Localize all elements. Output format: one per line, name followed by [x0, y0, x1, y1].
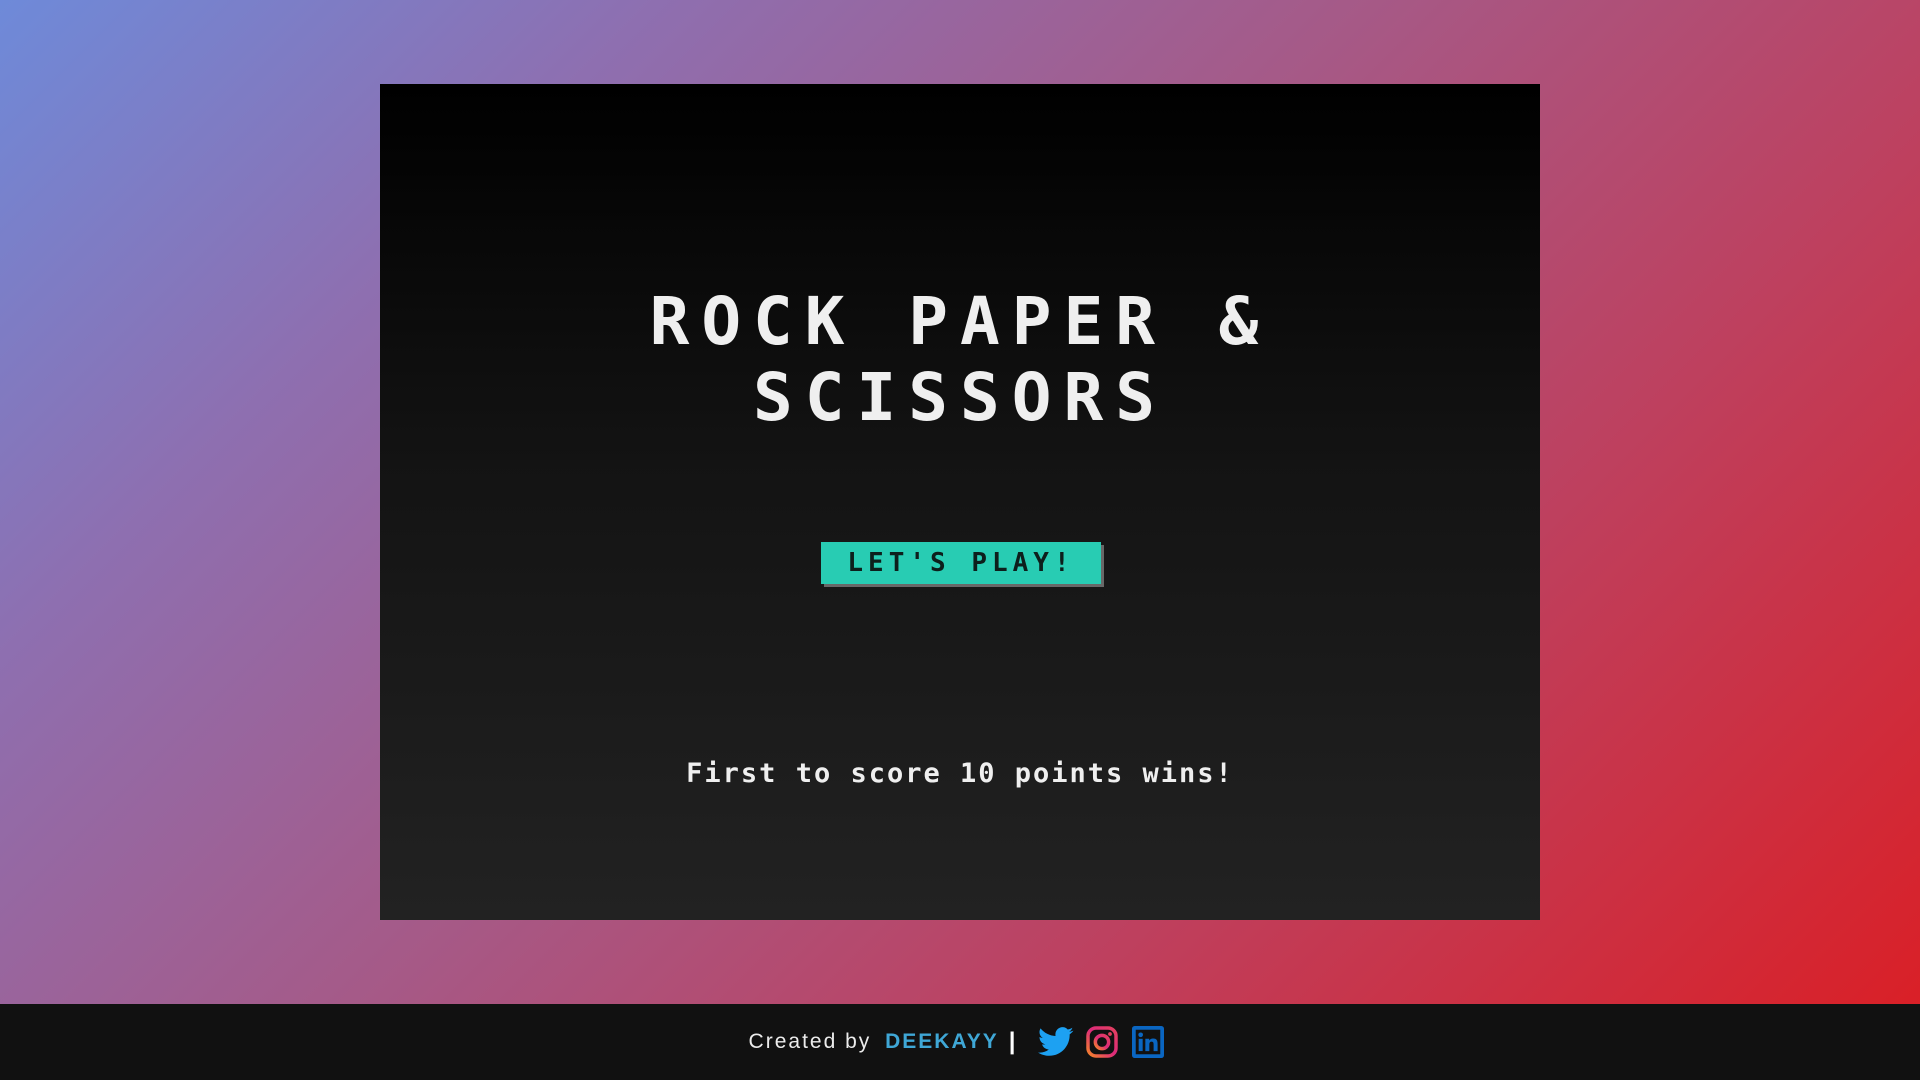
instagram-link[interactable]: [1082, 1022, 1122, 1062]
lets-play-button[interactable]: LET'S PLAY!: [821, 542, 1101, 584]
author-link[interactable]: DEEKAYY: [885, 1030, 999, 1053]
instagram-icon: [1086, 1026, 1119, 1058]
twitter-link[interactable]: [1036, 1022, 1076, 1062]
credit: Created by DEEKAYY: [749, 1030, 999, 1054]
footer: Created by DEEKAYY |: [0, 1004, 1920, 1080]
game-title: ROCK PAPER & SCISSORS: [380, 284, 1540, 436]
title-line-1: ROCK PAPER &: [649, 283, 1271, 360]
linkedin-link[interactable]: [1128, 1022, 1168, 1062]
title-line-2: SCISSORS: [753, 359, 1167, 436]
linkedin-icon: [1132, 1026, 1165, 1058]
rules-text: First to score 10 points wins!: [686, 758, 1234, 789]
credit-prefix: Created by: [748, 1030, 872, 1053]
game-panel: ROCK PAPER & SCISSORS LET'S PLAY! First …: [380, 84, 1540, 920]
twitter-icon: [1038, 1027, 1074, 1056]
footer-separator: |: [1008, 1028, 1016, 1055]
